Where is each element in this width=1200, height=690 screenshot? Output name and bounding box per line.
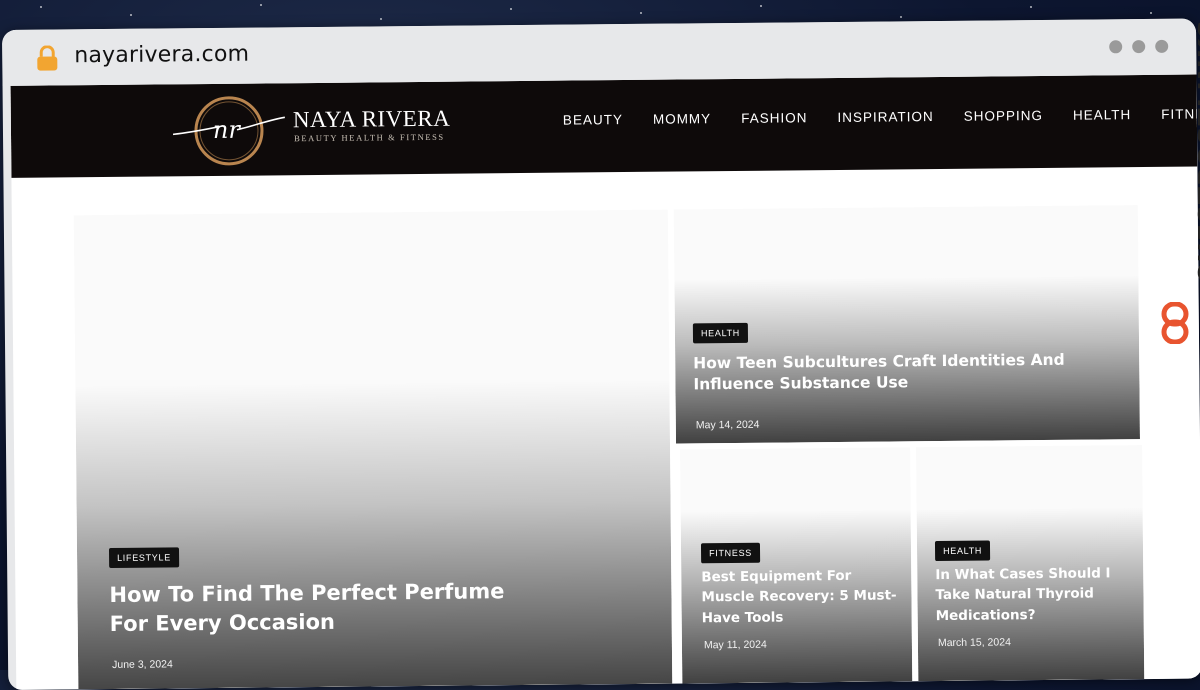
- nav-item-shopping[interactable]: SHOPPING: [964, 108, 1043, 124]
- nav-item-fashion[interactable]: FASHION: [741, 110, 807, 126]
- post-date: June 3, 2024: [112, 658, 173, 671]
- web-page: nr NAYA RIVERA BEAUTY HEALTH & FITNESS B…: [10, 74, 1200, 690]
- post-title[interactable]: How Teen Subcultures Craft Identities An…: [693, 349, 1123, 396]
- category-badge[interactable]: FITNESS: [700, 542, 761, 564]
- nav-item-inspiration[interactable]: INSPIRATION: [837, 109, 933, 125]
- monogram-emblem-icon: nr: [172, 96, 285, 166]
- category-badge[interactable]: HEALTH: [934, 540, 991, 562]
- post-date: May 11, 2024: [703, 638, 767, 652]
- watermark-text: GUESTPOSTLINKS: [1193, 18, 1200, 284]
- chain-link-icon: [1161, 302, 1189, 344]
- site-name: NAYA RIVERA: [292, 105, 451, 133]
- category-badge[interactable]: HEALTH: [692, 322, 749, 344]
- main-nav: BEAUTY MOMMY FASHION INSPIRATION SHOPPIN…: [563, 106, 1200, 127]
- featured-post-3[interactable]: FITNESS Best Equipment For Muscle Recove…: [680, 447, 913, 684]
- lock-icon: [37, 45, 58, 71]
- post-title[interactable]: Best Equipment For Muscle Recovery: 5 Mu…: [701, 565, 902, 628]
- site-header: nr NAYA RIVERA BEAUTY HEALTH & FITNESS B…: [10, 74, 1200, 178]
- featured-post-4[interactable]: HEALTH In What Cases Should I Take Natur…: [916, 445, 1145, 682]
- watermark: GUESTPOSTLINKS: [1156, 19, 1200, 382]
- site-logo[interactable]: nr NAYA RIVERA BEAUTY HEALTH & FITNESS: [172, 90, 454, 171]
- nav-item-mommy[interactable]: MOMMY: [653, 111, 711, 127]
- monogram-text: nr: [213, 116, 242, 144]
- post-title[interactable]: In What Cases Should I Take Natural Thyr…: [935, 563, 1136, 626]
- featured-post-2[interactable]: HEALTH How Teen Subcultures Craft Identi…: [673, 205, 1140, 444]
- category-badge[interactable]: LIFESTYLE: [108, 547, 179, 568]
- image-overlay: [75, 379, 673, 690]
- nav-item-health[interactable]: HEALTH: [1073, 107, 1131, 123]
- dot-icon: [1155, 39, 1169, 53]
- url-text[interactable]: nayarivera.com: [74, 42, 249, 69]
- post-title[interactable]: How To Find The Perfect Perfume For Ever…: [109, 577, 530, 639]
- nav-item-beauty[interactable]: BEAUTY: [563, 112, 623, 128]
- post-date: May 14, 2024: [695, 418, 760, 432]
- post-date: March 15, 2024: [937, 636, 1011, 650]
- featured-post-main[interactable]: LIFESTYLE How To Find The Perfect Perfum…: [73, 209, 673, 690]
- dot-icon: [1132, 40, 1146, 54]
- dot-icon: [1109, 40, 1123, 54]
- browser-frame: nayarivera.com nr NAYA RIVERA BEAUTY HEA…: [2, 18, 1200, 690]
- browser-window: nayarivera.com nr NAYA RIVERA BEAUTY HEA…: [2, 18, 1200, 690]
- site-tagline: BEAUTY HEALTH & FITNESS: [294, 131, 445, 144]
